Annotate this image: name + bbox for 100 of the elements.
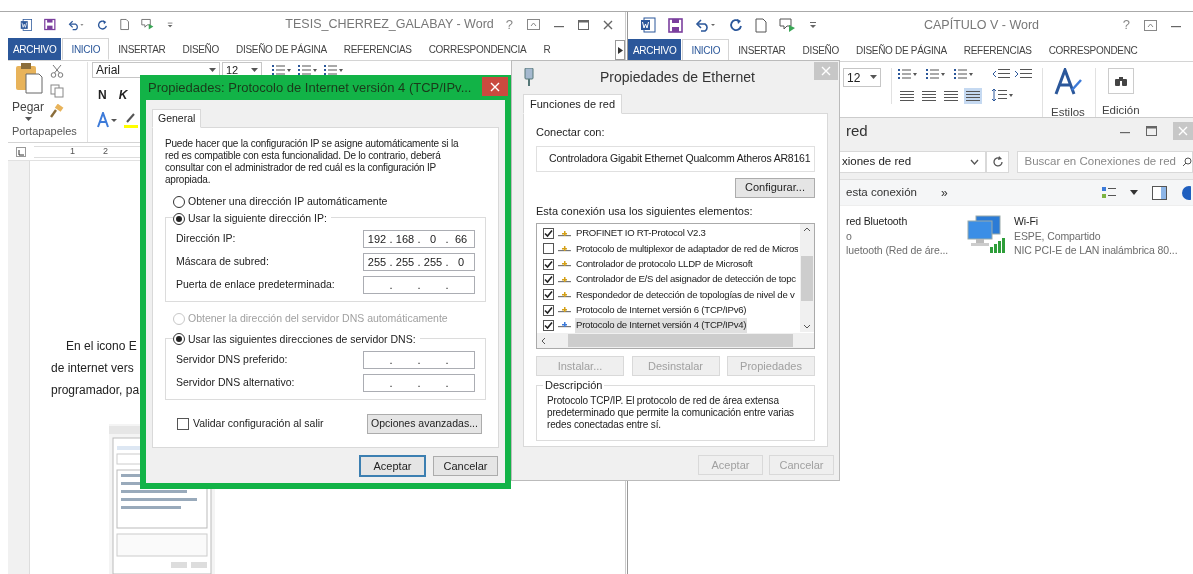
ribbon-tab[interactable]: DISEÑO DE PÁGINA: [848, 39, 955, 61]
ribbon-display-icon[interactable]: [1144, 19, 1157, 31]
cut-icon[interactable]: [50, 64, 65, 79]
decrease-indent-icon[interactable]: [992, 68, 1010, 80]
change-view-icon[interactable]: [1102, 186, 1116, 199]
paste-icon[interactable]: [13, 62, 43, 95]
caret-icon[interactable]: [870, 75, 877, 80]
ribbon-tab[interactable]: DISEÑO: [794, 39, 848, 61]
highlight-icon[interactable]: [124, 112, 138, 129]
components-list[interactable]: [536, 223, 815, 349]
scroll-down-icon[interactable]: [803, 324, 811, 329]
redo-icon[interactable]: [97, 17, 108, 32]
ribbon-tab[interactable]: DISEÑO: [174, 38, 228, 61]
save-icon[interactable]: [44, 17, 56, 33]
scroll-up-icon[interactable]: [803, 227, 811, 232]
file-tab[interactable]: ARCHIVO: [628, 39, 682, 61]
close-button[interactable]: [482, 77, 508, 96]
more-commands-button[interactable]: »: [940, 183, 948, 202]
checkbox[interactable]: [543, 304, 554, 316]
checkbox[interactable]: [543, 243, 554, 255]
connection-name[interactable]: Wi-Fi: [1014, 214, 1178, 229]
ribbon-tab[interactable]: CORRESPONDENCIA: [420, 38, 535, 61]
multilevel-list-icon[interactable]: [324, 64, 344, 77]
horizontal-scrollbar[interactable]: [537, 333, 814, 348]
checkbox[interactable]: [543, 289, 554, 301]
bullet-list-icon[interactable]: [272, 64, 292, 77]
italic-button[interactable]: K: [118, 86, 128, 105]
connection-name[interactable]: red Bluetooth: [846, 214, 949, 229]
ip-address-field[interactable]: . . .: [363, 351, 475, 369]
dialog-button[interactable]: Configurar...: [735, 177, 815, 198]
list-item[interactable]: Respondedor de detección de topologías de nivel de v: [575, 287, 796, 303]
align-right-icon[interactable]: [942, 88, 960, 104]
chevron-down-icon[interactable]: [969, 158, 979, 165]
file-tab[interactable]: ARCHIVO: [8, 38, 62, 61]
checkbox[interactable]: [543, 274, 554, 286]
text-effects-icon[interactable]: [96, 112, 118, 129]
numbered-list-icon[interactable]: [926, 68, 946, 80]
binoculars-icon[interactable]: [1107, 68, 1134, 94]
ribbon-tab[interactable]: INSERTAR: [110, 38, 174, 61]
checkbox[interactable]: [543, 319, 554, 331]
close-icon[interactable]: [603, 19, 613, 30]
radio-button[interactable]: [173, 212, 185, 225]
ribbon-tab[interactable]: INICIO: [62, 38, 110, 61]
ip-address-field[interactable]: 192 . 168 . 0 . 66: [363, 230, 475, 249]
ribbon-tab[interactable]: INICIO: [682, 39, 730, 61]
list-item[interactable]: Protocolo de multiplexor de adaptador de red de Micros: [574, 241, 798, 257]
new-document-icon[interactable]: [755, 17, 767, 33]
caret-icon[interactable]: [24, 117, 32, 123]
format-painter-icon[interactable]: [50, 104, 65, 119]
bullet-list-icon[interactable]: [898, 68, 918, 80]
dialog-tab[interactable]: Funciones de red: [523, 94, 622, 114]
checkbox[interactable]: [543, 228, 554, 240]
ip-address-field[interactable]: . . .: [363, 276, 475, 295]
help-button[interactable]: ?: [1122, 15, 1130, 35]
ip-address-field[interactable]: . . .: [363, 374, 475, 392]
vertical-scrollbar[interactable]: [800, 224, 814, 332]
caret-icon[interactable]: [209, 67, 216, 73]
bold-button[interactable]: N: [98, 86, 107, 105]
word-logo-icon[interactable]: [20, 16, 33, 33]
maximize-icon[interactable]: [578, 19, 589, 30]
ip-address-field[interactable]: 255 . 255 . 255 . 0: [363, 253, 475, 272]
refresh-icon[interactable]: [991, 155, 1004, 168]
list-item[interactable]: Protocolo de Internet versión 6 (TCP/IPv6): [575, 302, 748, 318]
word-logo-icon[interactable]: [640, 17, 656, 33]
increase-indent-icon[interactable]: [1014, 68, 1032, 80]
editing-label[interactable]: Edición: [1101, 102, 1140, 120]
advanced-button[interactable]: Opciones avanzadas...: [367, 413, 482, 434]
list-item[interactable]: Controlador de E/S del asignador de detección de topc: [575, 272, 797, 287]
save-icon[interactable]: [668, 17, 683, 33]
list-item[interactable]: Protocolo de Internet versión 4 (TCP/IPv4): [575, 318, 748, 333]
checkbox[interactable]: [177, 417, 189, 430]
wireless-network-icon[interactable]: [966, 214, 1008, 254]
justify-icon[interactable]: [964, 88, 982, 104]
toolbar-command[interactable]: esta conexión: [846, 183, 917, 202]
touch-mode-icon[interactable]: [779, 17, 797, 33]
font-size-field[interactable]: 12: [843, 68, 881, 87]
maximize-icon[interactable]: [1146, 126, 1157, 136]
dialog-button[interactable]: Aceptar: [360, 456, 425, 476]
checkbox[interactable]: [543, 258, 554, 270]
ribbon-tab[interactable]: REFERENCIAS: [335, 38, 420, 61]
undo-icon[interactable]: [695, 18, 717, 32]
ribbon-tab[interactable]: CORRESPONDENC: [1040, 39, 1146, 61]
styles-label[interactable]: Estilos: [1051, 104, 1085, 122]
search-field[interactable]: Buscar en Conexiones de red: [1017, 150, 1193, 173]
scroll-tabs-icon[interactable]: [615, 40, 625, 61]
ribbon-display-icon[interactable]: [527, 19, 540, 31]
align-center-icon[interactable]: [920, 88, 938, 104]
multilevel-list-icon[interactable]: [954, 68, 974, 80]
ribbon-tab[interactable]: INSERTAR: [730, 39, 794, 61]
radio-button[interactable]: [173, 333, 185, 346]
dialog-tab[interactable]: General: [152, 109, 202, 128]
preview-pane-icon[interactable]: [1152, 185, 1167, 200]
search-icon[interactable]: [1182, 156, 1192, 167]
list-item[interactable]: Controlador de protocolo LLDP de Microsoft: [575, 257, 754, 272]
caret-icon[interactable]: [251, 67, 258, 73]
caret-icon[interactable]: [1130, 190, 1138, 195]
paste-label[interactable]: Pegar: [12, 98, 45, 117]
ribbon-tab[interactable]: R: [535, 38, 559, 61]
redo-icon[interactable]: [729, 18, 743, 32]
new-document-icon[interactable]: [119, 17, 130, 33]
